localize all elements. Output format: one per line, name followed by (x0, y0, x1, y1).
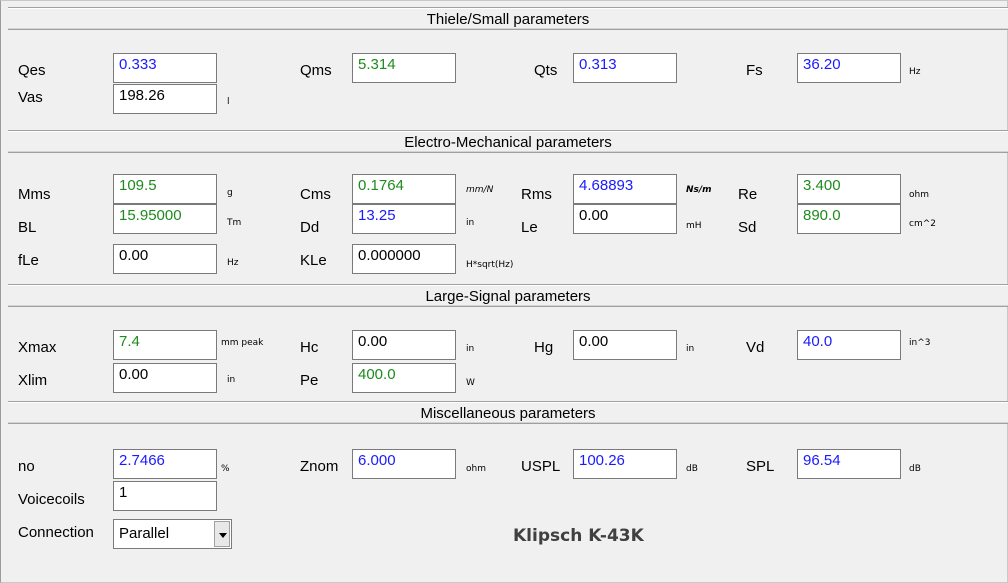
qms-label: Qms (300, 62, 332, 79)
fle-label: fLe (18, 252, 39, 269)
qts-label: Qts (534, 62, 558, 79)
znom-unit: ohm (466, 464, 486, 474)
no-unit: % (221, 464, 230, 474)
qts-field[interactable]: 0.313 (573, 53, 677, 83)
fs-unit: Hz (909, 67, 921, 77)
fle-field[interactable]: 0.00 (113, 244, 217, 274)
connection-selected-value: Parallel (119, 525, 170, 542)
connection-select[interactable]: Parallel (113, 519, 232, 549)
fle-unit: Hz (227, 258, 239, 268)
fs-label: Fs (746, 62, 763, 79)
model-name: Klipsch K-43K (513, 526, 644, 546)
xmax-unit: mm peak (221, 338, 264, 348)
connection-label: Connection (18, 524, 94, 541)
pe-field[interactable]: 400.0 (352, 363, 456, 393)
spl-field[interactable]: 96.54 (797, 449, 901, 479)
spl-unit: dB (909, 464, 921, 474)
kle-unit: H*sqrt(Hz) (466, 260, 514, 270)
uspl-field[interactable]: 100.26 (573, 449, 677, 479)
sd-unit: cm^2 (909, 219, 936, 229)
no-field[interactable]: 2.7466 (113, 449, 217, 479)
le-label: Le (521, 219, 538, 236)
cms-field[interactable]: 0.1764 (352, 174, 456, 204)
mms-label: Mms (18, 186, 51, 203)
hg-unit: in (686, 344, 695, 354)
cms-label: Cms (300, 186, 331, 203)
znom-label: Znom (300, 458, 339, 475)
hc-field[interactable]: 0.00 (352, 330, 456, 360)
vd-label: Vd (746, 339, 765, 356)
pe-unit: W (466, 378, 475, 388)
qes-label: Qes (18, 62, 46, 79)
connection-dropdown-button[interactable] (214, 521, 230, 547)
hg-field[interactable]: 0.00 (573, 330, 677, 360)
xlim-field[interactable]: 0.00 (113, 363, 217, 393)
mms-unit: g (227, 188, 233, 198)
bl-unit: Tm (227, 218, 242, 228)
cms-unit: mm/N (466, 185, 494, 195)
vas-label: Vas (18, 89, 43, 106)
kle-field[interactable]: 0.000000 (352, 244, 456, 274)
hc-unit: in (466, 344, 475, 354)
rms-label: Rms (521, 186, 552, 203)
xlim-unit: in (227, 375, 236, 385)
vd-field[interactable]: 40.0 (797, 330, 901, 360)
bl-label: BL (18, 219, 37, 236)
hc-label: Hc (300, 339, 319, 356)
qes-field[interactable]: 0.333 (113, 53, 217, 83)
sd-field[interactable]: 890.0 (797, 204, 901, 234)
spl-label: SPL (746, 458, 775, 475)
xmax-field[interactable]: 7.4 (113, 330, 217, 360)
pe-label: Pe (300, 372, 319, 389)
sd-label: Sd (738, 219, 757, 236)
section-header-thiele-small: Thiele/Small parameters (8, 8, 1008, 30)
le-field[interactable]: 0.00 (573, 204, 677, 234)
section-header-miscellaneous: Miscellaneous parameters (8, 402, 1008, 424)
dd-field[interactable]: 13.25 (352, 204, 456, 234)
rms-field[interactable]: 4.68893 (573, 174, 677, 204)
kle-label: KLe (300, 252, 327, 269)
re-unit: ohm (909, 190, 929, 200)
rms-unit: Ns/m (686, 185, 712, 195)
dd-unit: in (466, 218, 475, 228)
re-label: Re (738, 186, 758, 203)
dd-label: Dd (300, 219, 320, 236)
voicecoils-field[interactable]: 1 (113, 481, 217, 511)
chevron-down-icon (219, 533, 227, 538)
vas-field[interactable]: 198.26 (113, 84, 217, 114)
le-unit: mH (686, 221, 702, 231)
uspl-unit: dB (686, 464, 698, 474)
re-field[interactable]: 3.400 (797, 174, 901, 204)
uspl-label: USPL (521, 458, 561, 475)
xlim-label: Xlim (18, 372, 48, 389)
vd-unit: in^3 (909, 338, 931, 348)
vas-unit: l (227, 97, 230, 107)
voicecoils-label: Voicecoils (18, 491, 85, 508)
hg-label: Hg (534, 339, 554, 356)
mms-field[interactable]: 109.5 (113, 174, 217, 204)
fs-field[interactable]: 36.20 (797, 53, 901, 83)
section-header-large-signal: Large-Signal parameters (8, 285, 1008, 307)
xmax-label: Xmax (18, 339, 57, 356)
znom-field[interactable]: 6.000 (352, 449, 456, 479)
qms-field[interactable]: 5.314 (352, 53, 456, 83)
section-header-electro-mechanical: Electro-Mechanical parameters (8, 131, 1008, 153)
bl-field[interactable]: 15.95000 (113, 204, 217, 234)
no-label: no (18, 458, 35, 475)
